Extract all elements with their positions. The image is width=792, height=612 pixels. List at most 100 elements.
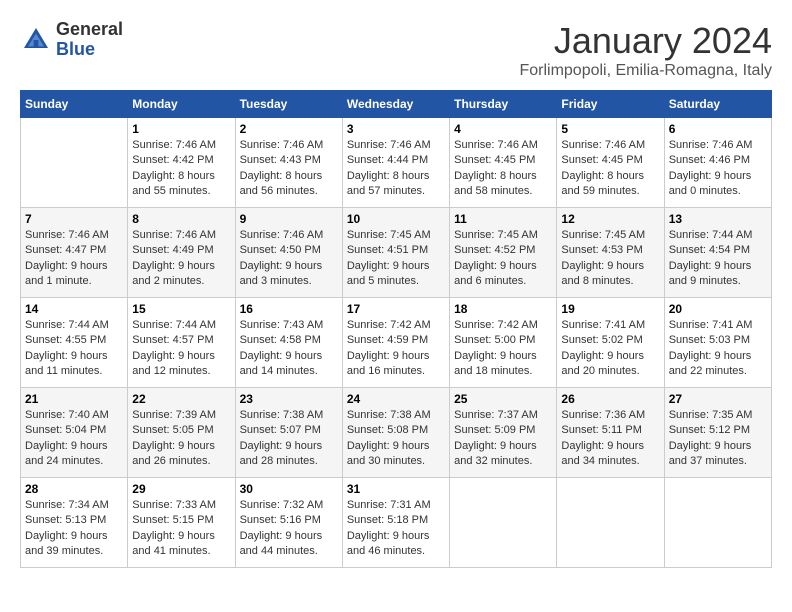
day-info: Sunrise: 7:32 AM Sunset: 5:16 PM Dayligh… (240, 498, 338, 560)
calendar-cell: 5Sunrise: 7:46 AM Sunset: 4:45 PM Daylig… (557, 118, 664, 208)
day-number: 9 (240, 212, 338, 226)
header-thursday: Thursday (450, 91, 557, 118)
day-number: 2 (240, 122, 338, 136)
calendar-table: Sunday Monday Tuesday Wednesday Thursday… (20, 90, 772, 568)
day-number: 7 (25, 212, 123, 226)
calendar-week-row: 1Sunrise: 7:46 AM Sunset: 4:42 PM Daylig… (21, 118, 772, 208)
title-block: January 2024 Forlimpopoli, Emilia-Romagn… (519, 20, 772, 80)
location-title: Forlimpopoli, Emilia-Romagna, Italy (519, 62, 772, 80)
header-wednesday: Wednesday (342, 91, 449, 118)
calendar-week-row: 7 Sunrise: 7:46 AM Sunset: 4:47 PM Daylig… (21, 208, 772, 298)
day-info: Sunrise: 7:46 AM Sunset: 4:43 PM Dayligh… (240, 138, 338, 200)
calendar-cell: 15Sunrise: 7:44 AM Sunset: 4:57 PM Dayli… (128, 298, 235, 388)
day-info: Sunrise: 7:46 AM Sunset: 4:42 PM Dayligh… (132, 138, 230, 200)
day-number: 12 (561, 212, 659, 226)
month-title: January 2024 (519, 20, 772, 62)
day-number: 26 (561, 392, 659, 406)
logo: General Blue (20, 20, 123, 60)
day-number: 25 (454, 392, 552, 406)
logo-icon (20, 24, 52, 56)
calendar-cell: 4 Sunrise: 7:46 AM Sunset: 4:45 PM Daylig… (450, 118, 557, 208)
day-info: Sunrise: 7:36 AM Sunset: 5:11 PM Dayligh… (561, 408, 659, 470)
calendar-cell: 1Sunrise: 7:46 AM Sunset: 4:42 PM Daylig… (128, 118, 235, 208)
calendar-cell: 21Sunrise: 7:40 AM Sunset: 5:04 PM Dayli… (21, 388, 128, 478)
calendar-cell: 29Sunrise: 7:33 AM Sunset: 5:15 PM Dayli… (128, 478, 235, 568)
calendar-cell: 28Sunrise: 7:34 AM Sunset: 5:13 PM Dayli… (21, 478, 128, 568)
header-tuesday: Tuesday (235, 91, 342, 118)
day-number: 27 (669, 392, 767, 406)
calendar-cell: 9 Sunrise: 7:46 AM Sunset: 4:50 PM Daylig… (235, 208, 342, 298)
day-number: 13 (669, 212, 767, 226)
calendar-cell: 16Sunrise: 7:43 AM Sunset: 4:58 PM Dayli… (235, 298, 342, 388)
calendar-cell: 26 Sunrise: 7:36 AM Sunset: 5:11 PM Dayli… (557, 388, 664, 478)
day-number: 6 (669, 122, 767, 136)
day-number: 8 (132, 212, 230, 226)
calendar-cell: 20 Sunrise: 7:41 AM Sunset: 5:03 PM Dayli… (664, 298, 771, 388)
logo-blue-text: Blue (56, 39, 95, 59)
day-info: Sunrise: 7:42 AM Sunset: 5:00 PM Dayligh… (454, 318, 552, 380)
calendar-cell: 19 Sunrise: 7:41 AM Sunset: 5:02 PM Dayli… (557, 298, 664, 388)
day-number: 11 (454, 212, 552, 226)
day-info: Sunrise: 7:38 AM Sunset: 5:07 PM Dayligh… (240, 408, 338, 470)
day-info: Sunrise: 7:46 AM Sunset: 4:45 PM Dayligh… (454, 138, 552, 200)
calendar-cell: 27 Sunrise: 7:35 AM Sunset: 5:12 PM Dayli… (664, 388, 771, 478)
calendar-cell: 22Sunrise: 7:39 AM Sunset: 5:05 PM Dayli… (128, 388, 235, 478)
calendar-header-row: Sunday Monday Tuesday Wednesday Thursday… (21, 91, 772, 118)
day-number: 24 (347, 392, 445, 406)
day-number: 17 (347, 302, 445, 316)
header-saturday: Saturday (664, 91, 771, 118)
day-number: 28 (25, 482, 123, 496)
day-info: Sunrise: 7:37 AM Sunset: 5:09 PM Dayligh… (454, 408, 552, 470)
calendar-cell: 13 Sunrise: 7:44 AM Sunset: 4:54 PM Dayli… (664, 208, 771, 298)
day-info: Sunrise: 7:44 AM Sunset: 4:55 PM Dayligh… (25, 318, 123, 380)
calendar-cell: 2 Sunrise: 7:46 AM Sunset: 4:43 PM Daylig… (235, 118, 342, 208)
calendar-cell: 3Sunrise: 7:46 AM Sunset: 4:44 PM Daylig… (342, 118, 449, 208)
day-number: 10 (347, 212, 445, 226)
day-info: Sunrise: 7:38 AM Sunset: 5:08 PM Dayligh… (347, 408, 445, 470)
day-info: Sunrise: 7:44 AM Sunset: 4:54 PM Dayligh… (669, 228, 767, 290)
day-info: Sunrise: 7:45 AM Sunset: 4:51 PM Dayligh… (347, 228, 445, 290)
day-info: Sunrise: 7:46 AM Sunset: 4:47 PM Dayligh… (25, 228, 123, 290)
day-number: 14 (25, 302, 123, 316)
day-number: 29 (132, 482, 230, 496)
day-info: Sunrise: 7:46 AM Sunset: 4:50 PM Dayligh… (240, 228, 338, 290)
day-number: 22 (132, 392, 230, 406)
header-monday: Monday (128, 91, 235, 118)
day-info: Sunrise: 7:42 AM Sunset: 4:59 PM Dayligh… (347, 318, 445, 380)
day-number: 5 (561, 122, 659, 136)
calendar-cell: 12 Sunrise: 7:45 AM Sunset: 4:53 PM Dayli… (557, 208, 664, 298)
calendar-cell: 11 Sunrise: 7:45 AM Sunset: 4:52 PM Dayli… (450, 208, 557, 298)
calendar-cell (557, 478, 664, 568)
calendar-cell: 25 Sunrise: 7:37 AM Sunset: 5:09 PM Dayli… (450, 388, 557, 478)
calendar-cell: 10 Sunrise: 7:45 AM Sunset: 4:51 PM Dayli… (342, 208, 449, 298)
day-info: Sunrise: 7:45 AM Sunset: 4:52 PM Dayligh… (454, 228, 552, 290)
day-number: 19 (561, 302, 659, 316)
header-sunday: Sunday (21, 91, 128, 118)
day-number: 20 (669, 302, 767, 316)
calendar-cell: 7 Sunrise: 7:46 AM Sunset: 4:47 PM Daylig… (21, 208, 128, 298)
day-info: Sunrise: 7:44 AM Sunset: 4:57 PM Dayligh… (132, 318, 230, 380)
day-number: 16 (240, 302, 338, 316)
calendar-cell: 8Sunrise: 7:46 AM Sunset: 4:49 PM Daylig… (128, 208, 235, 298)
day-number: 18 (454, 302, 552, 316)
day-number: 4 (454, 122, 552, 136)
header-friday: Friday (557, 91, 664, 118)
calendar-cell: 23 Sunrise: 7:38 AM Sunset: 5:07 PM Dayli… (235, 388, 342, 478)
calendar-cell (450, 478, 557, 568)
day-info: Sunrise: 7:41 AM Sunset: 5:03 PM Dayligh… (669, 318, 767, 380)
calendar-week-row: 14 Sunrise: 7:44 AM Sunset: 4:55 PM Dayli… (21, 298, 772, 388)
day-number: 21 (25, 392, 123, 406)
day-number: 23 (240, 392, 338, 406)
calendar-cell: 31 Sunrise: 7:31 AM Sunset: 5:18 PM Dayli… (342, 478, 449, 568)
calendar-cell (21, 118, 128, 208)
day-info: Sunrise: 7:35 AM Sunset: 5:12 PM Dayligh… (669, 408, 767, 470)
day-number: 31 (347, 482, 445, 496)
day-info: Sunrise: 7:45 AM Sunset: 4:53 PM Dayligh… (561, 228, 659, 290)
logo-general-text: General (56, 19, 123, 39)
calendar-cell (664, 478, 771, 568)
day-info: Sunrise: 7:41 AM Sunset: 5:02 PM Dayligh… (561, 318, 659, 380)
day-number: 30 (240, 482, 338, 496)
day-info: Sunrise: 7:46 AM Sunset: 4:46 PM Dayligh… (669, 138, 767, 200)
calendar-week-row: 28Sunrise: 7:34 AM Sunset: 5:13 PM Dayli… (21, 478, 772, 568)
day-info: Sunrise: 7:31 AM Sunset: 5:18 PM Dayligh… (347, 498, 445, 560)
